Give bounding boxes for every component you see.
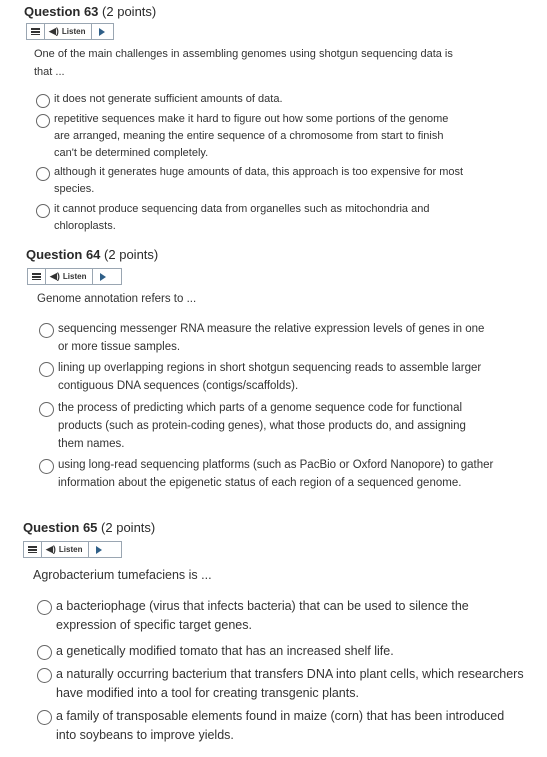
radio-button[interactable]	[39, 459, 54, 474]
radio-button[interactable]	[39, 323, 54, 338]
radio-button[interactable]	[39, 362, 54, 377]
speaker-icon: ◀)	[50, 271, 60, 281]
question-prompt: One of the main challenges in assembling…	[34, 48, 453, 78]
answer-option[interactable]: a family of transposable elements found …	[37, 707, 525, 745]
menu-icon[interactable]	[27, 24, 45, 39]
play-button[interactable]	[93, 269, 113, 284]
listen-widget: ◀) Listen	[26, 23, 114, 40]
radio-button[interactable]	[39, 402, 54, 417]
radio-button[interactable]	[36, 167, 50, 181]
play-button[interactable]	[89, 542, 109, 557]
answer-option[interactable]: sequencing messenger RNA measure the rel…	[39, 320, 494, 356]
question-prompt: Genome annotation refers to ...	[37, 293, 197, 305]
radio-button[interactable]	[37, 710, 52, 725]
listen-widget: ◀) Listen	[23, 541, 122, 558]
listen-button[interactable]: ◀) Listen	[46, 269, 94, 284]
radio-button[interactable]	[36, 94, 50, 108]
play-icon	[96, 545, 103, 554]
question-prompt: Agrobacterium tumefaciens is ...	[33, 568, 212, 582]
answer-option[interactable]: repetitive sequences make it hard to fig…	[36, 111, 466, 162]
menu-icon[interactable]	[28, 269, 46, 284]
play-icon	[100, 272, 107, 281]
answer-option[interactable]: it does not generate sufficient amounts …	[36, 91, 466, 108]
radio-button[interactable]	[37, 668, 52, 683]
answer-option[interactable]: a bacteriophage (virus that infects bact…	[37, 597, 525, 635]
speaker-icon: ◀)	[49, 26, 59, 36]
speaker-icon: ◀)	[46, 544, 56, 554]
play-button[interactable]	[92, 24, 112, 39]
question-title: Question 63 (2 points)	[24, 4, 157, 19]
radio-button[interactable]	[36, 204, 50, 218]
listen-button[interactable]: ◀) Listen	[45, 24, 93, 39]
answer-option[interactable]: using long-read sequencing platforms (su…	[39, 456, 494, 492]
answer-option[interactable]: it cannot produce sequencing data from o…	[36, 201, 466, 235]
answer-option[interactable]: a naturally occurring bacterium that tra…	[37, 665, 525, 703]
question-title: Question 65 (2 points)	[23, 520, 156, 535]
question-title: Question 64 (2 points)	[26, 247, 159, 262]
radio-button[interactable]	[36, 114, 50, 128]
listen-button[interactable]: ◀) Listen	[42, 542, 90, 557]
listen-widget: ◀) Listen	[27, 268, 122, 285]
radio-button[interactable]	[37, 600, 52, 615]
answer-option[interactable]: although it generates huge amounts of da…	[36, 164, 466, 198]
play-icon	[99, 27, 106, 36]
answer-option[interactable]: a genetically modified tomato that has a…	[37, 642, 525, 661]
menu-icon[interactable]	[24, 542, 42, 557]
answer-option[interactable]: the process of predicting which parts of…	[39, 399, 494, 453]
radio-button[interactable]	[37, 645, 52, 660]
answer-option[interactable]: lining up overlapping regions in short s…	[39, 359, 494, 395]
